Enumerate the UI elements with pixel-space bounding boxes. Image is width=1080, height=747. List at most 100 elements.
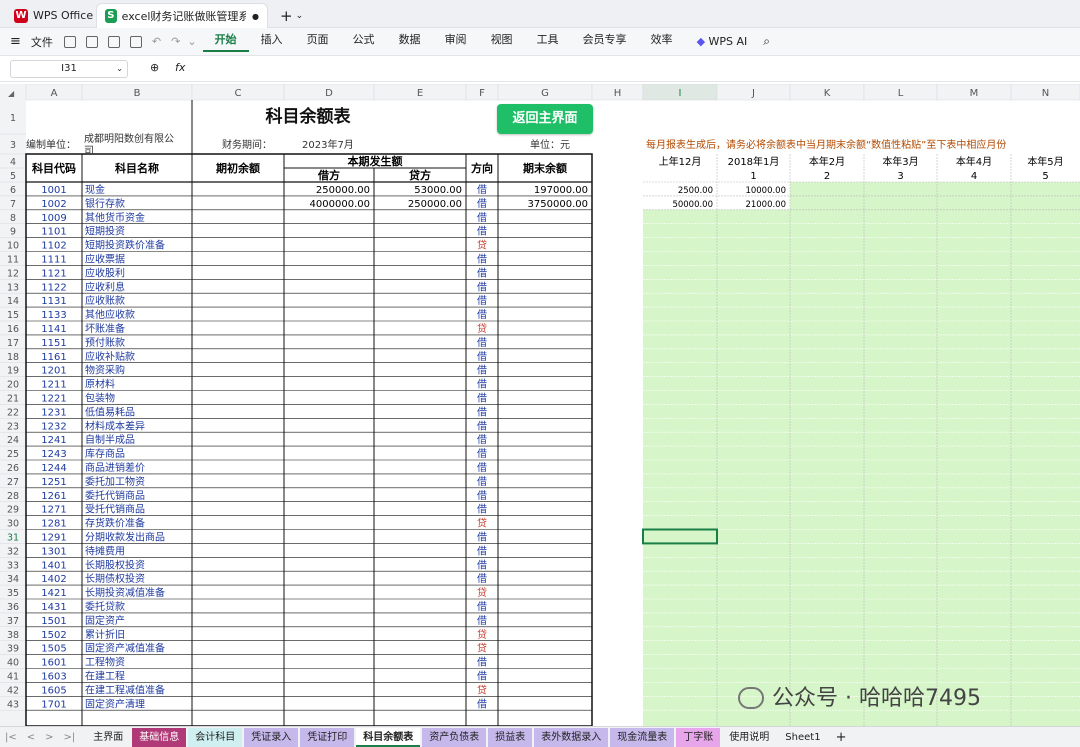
account-name[interactable]: 商品进销差价 [85, 461, 145, 474]
prev-sheet-icon[interactable]: < [22, 732, 40, 743]
menu-page[interactable]: 页面 [295, 31, 341, 52]
direction-cell[interactable]: 借 [477, 462, 487, 474]
worksheet-canvas[interactable]: ◢ A B C D E F G H I J K L M N1345678910111213141516171… [0, 84, 1080, 726]
account-code[interactable]: 1241 [41, 435, 66, 446]
direction-cell[interactable]: 借 [477, 365, 487, 377]
row-header[interactable]: 9 [10, 227, 16, 238]
row-header[interactable]: 33 [7, 560, 19, 571]
zoom-icon[interactable]: ⊕ [150, 61, 159, 74]
row-header[interactable]: 25 [7, 449, 19, 460]
row-header[interactable]: 15 [7, 310, 19, 321]
column-header-n[interactable]: N [1042, 88, 1049, 99]
print-icon[interactable] [107, 35, 120, 48]
account-code[interactable]: 1501 [41, 616, 66, 627]
sheet-tab[interactable]: 主界面 [86, 727, 131, 747]
row-header[interactable]: 28 [7, 491, 19, 502]
file-menu[interactable]: 文件 [25, 34, 59, 50]
account-name[interactable]: 原材料 [85, 378, 115, 391]
account-name[interactable]: 应收股利 [85, 266, 125, 279]
account-name[interactable]: 应收票据 [85, 252, 125, 265]
account-name[interactable]: 其他货币资金 [85, 211, 145, 224]
account-code[interactable]: 1121 [41, 268, 66, 279]
worksheet-grid[interactable]: ◢ A B C D E F G H I J K L M N 1 3 4 5 6 7 8 9 10 11 12 13 14 15 16 17 1… [0, 84, 1080, 726]
account-name[interactable]: 固定资产 [85, 614, 125, 627]
account-name[interactable]: 银行存款 [85, 197, 125, 210]
account-name[interactable]: 短期投资 [85, 225, 125, 238]
row-header[interactable]: 41 [7, 671, 19, 682]
direction-cell[interactable]: 借 [477, 448, 487, 460]
account-name[interactable]: 待摊费用 [85, 544, 125, 557]
closing-amount[interactable]: 3750000.00 [528, 199, 588, 210]
account-code[interactable]: 1402 [41, 574, 66, 585]
column-header-k[interactable]: K [824, 88, 831, 99]
more-icon[interactable]: ⌄ [187, 35, 196, 48]
account-code[interactable]: 1122 [41, 282, 66, 293]
account-code[interactable]: 1271 [41, 505, 66, 516]
row-header[interactable]: 13 [7, 282, 19, 293]
direction-cell[interactable]: 借 [477, 253, 487, 265]
direction-cell[interactable]: 借 [477, 531, 487, 543]
sheet-tab[interactable]: 科目余额表 [356, 727, 421, 747]
account-code[interactable]: 1701 [41, 699, 66, 710]
export-icon[interactable] [85, 35, 98, 48]
row-header[interactable]: 18 [7, 352, 19, 363]
sheet-tab[interactable]: 基础信息 [132, 727, 187, 747]
row-header[interactable]: 27 [7, 477, 19, 488]
direction-cell[interactable]: 借 [477, 670, 487, 682]
account-name[interactable]: 累计折旧 [85, 628, 125, 641]
account-name[interactable]: 长期债权投资 [85, 572, 145, 585]
account-code[interactable]: 1131 [41, 296, 66, 307]
hamburger-icon[interactable]: ≡ [10, 34, 21, 49]
account-code[interactable]: 1291 [41, 532, 66, 543]
account-code[interactable]: 1605 [41, 685, 66, 696]
account-code[interactable]: 1502 [41, 630, 66, 641]
direction-cell[interactable]: 借 [477, 212, 487, 224]
row-header[interactable]: 17 [7, 338, 19, 349]
account-name[interactable]: 其他应收款 [85, 308, 135, 321]
select-all-icon[interactable]: ◢ [8, 89, 15, 98]
account-code[interactable]: 1603 [41, 671, 66, 682]
row-header[interactable]: 4 [10, 157, 16, 168]
account-name[interactable]: 自制半成品 [85, 433, 135, 446]
account-name[interactable]: 低值易耗品 [85, 405, 135, 418]
account-code[interactable]: 1151 [41, 338, 66, 349]
next-sheet-icon[interactable]: > [40, 732, 58, 743]
account-code[interactable]: 1009 [41, 213, 66, 224]
menu-view[interactable]: 视图 [479, 31, 525, 52]
account-code[interactable]: 1133 [41, 310, 66, 321]
menu-formula[interactable]: 公式 [341, 31, 387, 52]
direction-cell[interactable]: 借 [477, 434, 487, 446]
direction-cell[interactable]: 借 [477, 184, 487, 196]
row-header[interactable]: 29 [7, 505, 19, 516]
row-header[interactable]: 11 [7, 254, 19, 265]
row-header[interactable]: 23 [7, 421, 19, 432]
account-code[interactable]: 1601 [41, 658, 66, 669]
direction-cell[interactable]: 贷 [477, 586, 487, 599]
month-value[interactable]: 10000.00 [745, 186, 786, 196]
column-header-j[interactable]: J [751, 88, 755, 99]
account-code[interactable]: 1261 [41, 491, 66, 502]
direction-cell[interactable]: 借 [477, 406, 487, 418]
account-code[interactable]: 1251 [41, 477, 66, 488]
account-code[interactable]: 1232 [41, 421, 66, 432]
row-header[interactable]: 8 [10, 213, 16, 224]
menu-tools[interactable]: 工具 [525, 31, 571, 52]
row-header[interactable]: 24 [7, 435, 19, 446]
row-header[interactable]: 1 [10, 113, 16, 124]
account-name[interactable]: 材料成本差异 [85, 419, 145, 432]
row-header[interactable]: 21 [7, 393, 19, 404]
column-header-g[interactable]: G [541, 88, 549, 99]
account-code[interactable]: 1243 [41, 449, 66, 460]
save-icon[interactable] [63, 35, 76, 48]
row-header[interactable]: 40 [7, 658, 19, 669]
row-header[interactable]: 32 [7, 546, 19, 557]
app-tab[interactable]: W WPS Office [6, 3, 101, 28]
menu-insert[interactable]: 插入 [249, 31, 295, 52]
account-name[interactable]: 存货跌价准备 [85, 517, 145, 530]
row-header[interactable]: 39 [7, 644, 19, 655]
column-header-i[interactable]: I [679, 88, 682, 99]
menu-home[interactable]: 开始 [202, 31, 249, 52]
account-name[interactable]: 委托代销商品 [85, 489, 145, 502]
account-code[interactable]: 1421 [41, 588, 66, 599]
account-name[interactable]: 固定资产清理 [85, 697, 145, 710]
